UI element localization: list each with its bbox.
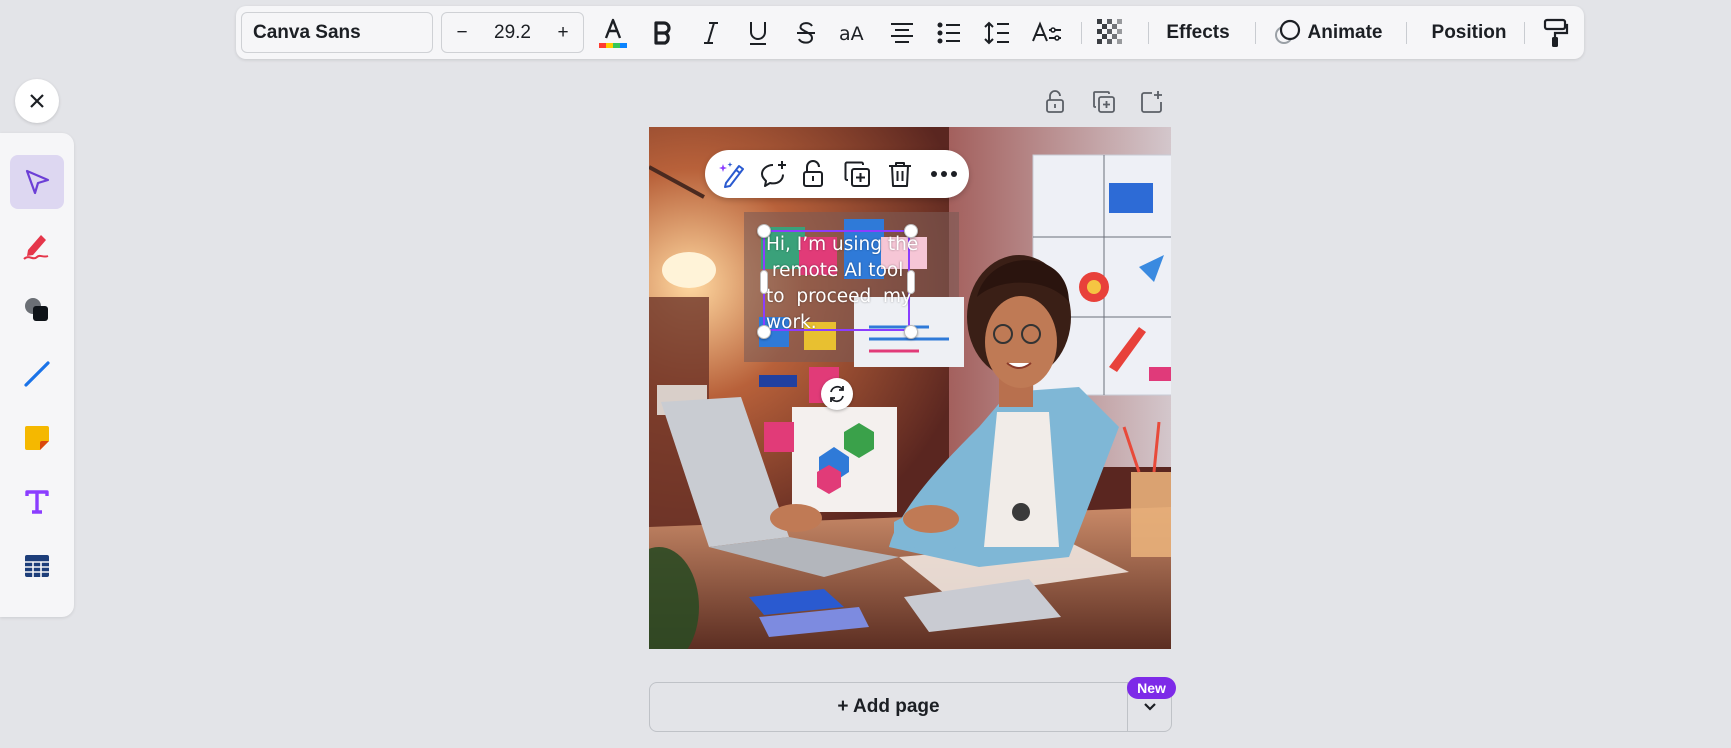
copy-style-button[interactable] bbox=[1536, 6, 1576, 59]
text-line: to proceed my bbox=[766, 286, 913, 307]
lock-icon bbox=[1046, 90, 1064, 113]
transparency-button[interactable] bbox=[1092, 6, 1130, 59]
toolbar-divider bbox=[1406, 22, 1407, 44]
list-icon bbox=[937, 22, 960, 43]
letter-case-button[interactable]: aA bbox=[833, 6, 875, 59]
chevron-down-icon bbox=[1144, 703, 1156, 711]
rotate-icon bbox=[830, 385, 844, 403]
animate-button[interactable]: Animate bbox=[1272, 6, 1384, 59]
delete-button[interactable] bbox=[885, 159, 915, 189]
decrease-font-size-button[interactable]: − bbox=[442, 22, 482, 44]
resize-handle-bottom-right[interactable] bbox=[904, 325, 918, 339]
position-button[interactable]: Position bbox=[1418, 6, 1520, 59]
resize-handle-left[interactable] bbox=[760, 270, 768, 294]
svg-text:aA: aA bbox=[839, 23, 864, 45]
trash-icon bbox=[889, 162, 911, 187]
toolbar-divider bbox=[1148, 22, 1149, 44]
resize-handle-top-left[interactable] bbox=[757, 224, 771, 238]
font-family-select[interactable]: Canva Sans bbox=[241, 12, 433, 53]
resize-handle-bottom-left[interactable] bbox=[757, 325, 771, 339]
bold-icon bbox=[654, 20, 671, 45]
select-tool[interactable] bbox=[10, 155, 64, 209]
text-style-icon bbox=[1032, 20, 1061, 41]
duplicate-button[interactable] bbox=[842, 159, 872, 189]
table-icon bbox=[25, 555, 49, 577]
text-color-button[interactable] bbox=[594, 6, 632, 59]
drawing-tools-panel bbox=[0, 133, 74, 617]
letter-case-icon: aA bbox=[839, 23, 864, 45]
font-family-label: Canva Sans bbox=[253, 21, 361, 43]
toolbar-divider bbox=[1524, 22, 1525, 44]
effects-button[interactable]: Effects bbox=[1160, 6, 1236, 59]
close-button[interactable] bbox=[15, 79, 59, 123]
table-tool[interactable] bbox=[10, 539, 64, 593]
text-tool[interactable] bbox=[10, 475, 64, 529]
strikethrough-icon bbox=[797, 21, 815, 44]
text-line: work. bbox=[766, 312, 817, 333]
magic-edit-icon bbox=[719, 162, 744, 188]
add-page-bar: + Add page bbox=[649, 682, 1172, 732]
rotate-handle[interactable] bbox=[821, 378, 853, 410]
strikethrough-button[interactable] bbox=[787, 6, 825, 59]
duplicate-icon bbox=[844, 161, 870, 187]
bold-button[interactable] bbox=[644, 6, 682, 59]
animate-icon bbox=[1274, 19, 1300, 44]
selected-text-box[interactable]: Hi, I’m using the remote AI tool to proc… bbox=[757, 224, 918, 339]
close-icon bbox=[30, 94, 44, 108]
shapes-icon bbox=[25, 298, 48, 321]
italic-button[interactable] bbox=[692, 6, 730, 59]
new-badge: New bbox=[1127, 677, 1176, 699]
more-options-button[interactable] bbox=[929, 159, 959, 189]
line-tool[interactable] bbox=[10, 347, 64, 401]
copy-style-icon bbox=[1543, 18, 1569, 47]
lock-button[interactable] bbox=[798, 159, 828, 189]
text-formatting-toolbar: Canva Sans − 29.2 + aA Effects Animate P… bbox=[236, 6, 1584, 59]
cursor-icon bbox=[25, 169, 50, 195]
add-icon bbox=[1141, 91, 1162, 113]
text-style-button[interactable] bbox=[1026, 6, 1068, 59]
shapes-tool[interactable] bbox=[10, 283, 64, 337]
pen-tool[interactable] bbox=[10, 219, 64, 273]
sticky-note-tool[interactable] bbox=[10, 411, 64, 465]
font-size-input[interactable]: 29.2 bbox=[482, 22, 543, 44]
resize-handle-top-right[interactable] bbox=[904, 224, 918, 238]
design-canvas[interactable] bbox=[649, 127, 1171, 649]
duplicate-page-button[interactable] bbox=[1089, 87, 1119, 117]
toolbar-divider bbox=[1081, 22, 1082, 44]
add-page-button[interactable]: + Add page bbox=[650, 683, 1127, 731]
transparency-icon bbox=[1097, 18, 1122, 44]
line-icon bbox=[24, 361, 50, 387]
element-toolbar bbox=[705, 150, 969, 198]
toolbar-divider bbox=[1255, 22, 1256, 44]
underline-button[interactable] bbox=[739, 6, 777, 59]
office-photo bbox=[649, 127, 1171, 649]
lock-icon bbox=[803, 160, 823, 187]
list-button[interactable] bbox=[930, 6, 968, 59]
resize-handle-right[interactable] bbox=[907, 270, 915, 294]
more-icon bbox=[931, 171, 957, 177]
add-page-above-button[interactable] bbox=[1137, 87, 1167, 117]
duplicate-icon bbox=[1093, 91, 1115, 113]
text-icon bbox=[25, 490, 49, 514]
increase-font-size-button[interactable]: + bbox=[543, 22, 583, 44]
align-center-icon bbox=[891, 22, 913, 43]
comment-icon bbox=[761, 161, 786, 187]
text-line: Hi, I’m using the bbox=[766, 234, 919, 255]
align-button[interactable] bbox=[883, 6, 921, 59]
text-color-icon bbox=[599, 18, 627, 48]
italic-icon bbox=[704, 21, 718, 44]
animate-label: Animate bbox=[1307, 21, 1383, 43]
text-line: remote AI tool bbox=[766, 260, 904, 281]
comment-button[interactable] bbox=[758, 159, 788, 189]
spacing-button[interactable] bbox=[978, 6, 1016, 59]
underline-icon bbox=[750, 21, 766, 45]
lock-page-button[interactable] bbox=[1040, 87, 1070, 117]
spacing-icon bbox=[984, 21, 1009, 44]
font-size-stepper[interactable]: − 29.2 + bbox=[441, 12, 584, 53]
magic-edit-button[interactable] bbox=[718, 159, 748, 189]
text-box-content[interactable]: Hi, I’m using the remote AI tool to proc… bbox=[766, 232, 919, 336]
pen-icon bbox=[23, 235, 49, 260]
sticky-note-icon bbox=[25, 426, 49, 450]
